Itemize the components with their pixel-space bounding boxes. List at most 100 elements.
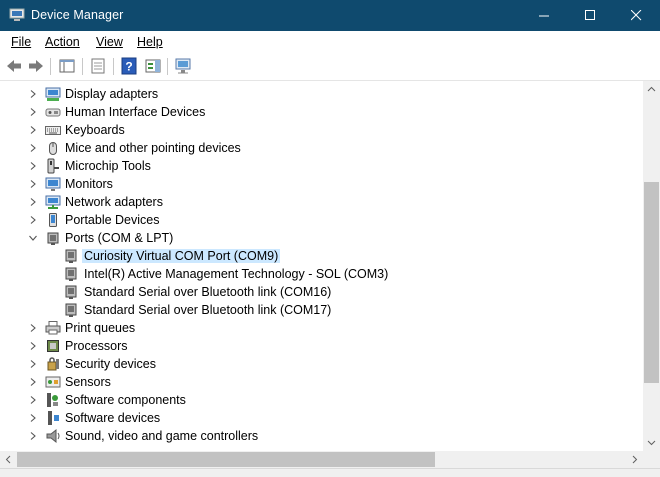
maximize-button[interactable] [568,0,614,31]
expand-chevron-icon[interactable] [29,162,37,170]
tree-item-label: Processors [65,339,128,353]
printer-icon [45,321,61,335]
mouse-icon [49,142,57,155]
minimize-icon [539,15,549,17]
toolbar-separator [167,58,168,75]
expand-chevron-icon[interactable] [29,432,37,440]
display-adapter-icon [45,87,61,101]
tree-item-label: Portable Devices [65,213,160,227]
tree-item-network-adapters[interactable]: Network adapters [0,193,643,211]
menu-action[interactable]: Action [45,35,80,49]
expand-chevron-icon[interactable] [29,126,37,134]
tree-item-label: Human Interface Devices [65,105,206,119]
scroll-left-icon[interactable] [0,451,17,468]
expand-chevron-icon[interactable] [29,144,37,152]
security-device-icon [47,357,59,371]
close-button[interactable] [614,0,660,31]
back-icon[interactable] [5,57,23,75]
menu-help-label: Help [137,35,163,49]
tree-item-ports-com-lpt[interactable]: Ports (COM & LPT) [0,229,643,247]
com-port-icon [65,303,77,317]
network-adapter-icon [45,195,61,209]
tree-child-standard-serial-over-bluetooth-link-com17[interactable]: Standard Serial over Bluetooth link (COM… [0,301,643,319]
expand-chevron-icon[interactable] [29,360,37,368]
vertical-scroll-thumb[interactable] [644,182,659,383]
menu-view[interactable]: View [96,35,123,49]
software-device-icon [48,411,59,425]
tree-item-microchip-tools[interactable]: Microchip Tools [0,157,643,175]
tree-item-display-adapters[interactable]: Display adapters [0,85,643,103]
tree-item-label: Display adapters [65,87,159,101]
tree-item-mice-and-other-pointing-devices[interactable]: Mice and other pointing devices [0,139,643,157]
com-port-icon [65,249,77,263]
tree-item-software-components[interactable]: Software components [0,391,643,409]
device-tree: Display adapters Human Interface Devices K… [0,81,643,451]
title-bar: Device Manager [0,0,660,31]
tree-child-standard-serial-over-bluetooth-link-com16[interactable]: Standard Serial over Bluetooth link (COM… [0,283,643,301]
tree-item-monitors[interactable]: Monitors [0,175,643,193]
horizontal-scrollbar[interactable] [0,451,643,468]
tree-item-portable-devices[interactable]: Portable Devices [0,211,643,229]
menu-file-label: File [11,35,32,49]
menu-bar: File Action View Help [0,31,660,53]
tree-item-label: Keyboards [65,123,125,137]
menu-action-label: Action [45,35,80,49]
tree-item-keyboards[interactable]: Keyboards [0,121,643,139]
monitor-icon [45,177,61,191]
vertical-scrollbar[interactable] [643,81,660,451]
software-component-icon [47,393,58,407]
sensor-icon [45,376,61,388]
properties-icon[interactable] [89,57,107,75]
expand-chevron-icon[interactable] [29,324,37,332]
com-port-icon [65,285,77,299]
action-pane-icon[interactable] [144,57,162,75]
close-icon [631,10,642,21]
portable-device-icon [49,213,57,227]
expand-chevron-icon[interactable] [29,180,37,188]
window-title: Device Manager [31,8,124,22]
expand-chevron-icon[interactable] [29,90,37,98]
processor-icon [47,340,59,352]
expand-chevron-icon[interactable] [29,396,37,404]
toolbar-separator [82,58,83,75]
device-manager-icon [9,8,25,21]
tree-item-processors[interactable]: Processors [0,337,643,355]
tree-child-label: Standard Serial over Bluetooth link (COM… [84,303,332,317]
expand-chevron-icon[interactable] [29,342,37,350]
tree-item-label: Print queues [65,321,136,335]
tree-item-sensors[interactable]: Sensors [0,373,643,391]
minimize-button[interactable] [522,0,568,31]
tree-item-sound-video-and-game-controllers[interactable]: Sound, video and game controllers [0,427,643,445]
tree-item-software-devices[interactable]: Software devices [0,409,643,427]
scan-hardware-changes-icon[interactable] [175,57,193,75]
tree-child-label: Intel(R) Active Management Technology - … [84,267,389,281]
tree-item-security-devices[interactable]: Security devices [0,355,643,373]
expand-chevron-icon[interactable] [29,108,37,116]
tree-item-label: Software components [65,393,186,407]
tree-item-print-queues[interactable]: Print queues [0,319,643,337]
scroll-up-icon[interactable] [643,81,660,98]
tree-item-label: Mice and other pointing devices [65,141,241,155]
tree-child-curiosity-virtual-com-port-com9[interactable]: Curiosity Virtual COM Port (COM9) [0,247,643,265]
toolbar-separator [113,58,114,75]
horizontal-scroll-thumb[interactable] [17,452,435,467]
menu-file[interactable]: File [11,35,31,49]
expand-chevron-icon[interactable] [29,216,37,224]
tree-item-label: Network adapters [65,195,163,209]
menu-help[interactable]: Help [137,35,163,49]
forward-icon[interactable] [27,57,45,75]
expand-chevron-icon[interactable] [29,198,37,206]
help-icon[interactable]: ? [120,57,138,75]
show-hide-console-tree-icon[interactable] [58,57,76,75]
tree-item-label: Sensors [65,375,111,389]
tree-child-intel-r-active-management-technology-sol-com3[interactable]: Intel(R) Active Management Technology - … [0,265,643,283]
collapse-chevron-icon[interactable] [29,234,37,242]
expand-chevron-icon[interactable] [29,414,37,422]
scroll-down-icon[interactable] [643,434,660,451]
menu-view-label: View [96,35,123,49]
tree-item-label: Sound, video and game controllers [65,429,259,443]
scroll-right-icon[interactable] [626,451,643,468]
tree-item-label: Monitors [65,177,113,191]
tree-item-human-interface-devices[interactable]: Human Interface Devices [0,103,643,121]
expand-chevron-icon[interactable] [29,378,37,386]
